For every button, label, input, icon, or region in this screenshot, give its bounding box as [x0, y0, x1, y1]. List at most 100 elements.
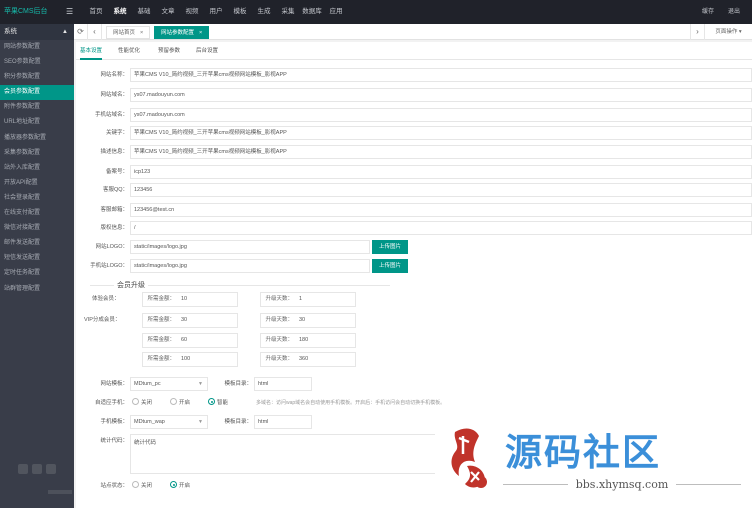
blurred-region: [18, 464, 56, 474]
site-status-on[interactable]: 开启: [170, 481, 190, 491]
tab-admin-settings[interactable]: 后台设置: [196, 42, 218, 60]
sidebar-item-collect-config[interactable]: 采集参数配置: [0, 146, 74, 161]
vip-days-field-1[interactable]: 升级天数： 30: [260, 313, 356, 328]
sidebar-group-system[interactable]: 系统 ▲: [0, 24, 74, 40]
chevron-up-icon: ▲: [62, 29, 68, 35]
pc-template-select[interactable]: MDtum_pc ▼: [130, 377, 208, 391]
trial-amount-field[interactable]: 所需金额： 10: [142, 292, 238, 307]
logout-link[interactable]: 退出: [728, 0, 740, 24]
sidebar-item-cron-config[interactable]: 定时任务配置: [0, 266, 74, 281]
icp-label: 备案号：: [105, 169, 128, 175]
sidebar-item-site-config[interactable]: 网站参数配置: [0, 40, 74, 55]
close-icon[interactable]: ×: [199, 30, 202, 36]
tab-reserved-params[interactable]: 预留参数: [158, 42, 180, 60]
sidebar-item-url-config[interactable]: URL地址配置: [0, 115, 74, 130]
mobile-url-label: 手机站域名：: [94, 112, 128, 118]
qq-input[interactable]: 123456: [130, 183, 752, 197]
sidebar-item-import-config[interactable]: 站外入库配置: [0, 161, 74, 176]
close-icon[interactable]: ×: [140, 30, 143, 36]
watermark: 源码社区 bbs.xhymsq.com: [435, 420, 752, 508]
app-logo[interactable]: 苹果CMS后台: [0, 0, 74, 24]
top-nav-video[interactable]: 视频: [180, 0, 204, 24]
pc-template-dir-label: 模板目录：: [224, 381, 252, 387]
mobile-logo-label: 手机站LOGO：: [90, 263, 128, 269]
mobile-template-select[interactable]: MDtum_wap ▼: [130, 415, 208, 429]
top-nav-database[interactable]: 数据库: [300, 0, 324, 24]
vip-amount-field-1[interactable]: 所需金额： 30: [142, 313, 238, 328]
site-name-input[interactable]: 苹果CMS V10_简约视频_三开苹果cms视频网站模板_影视APP: [130, 68, 752, 82]
icp-input[interactable]: icp123: [130, 165, 752, 179]
blurred-bar: [48, 490, 72, 494]
qq-label: 客服QQ：: [102, 187, 128, 193]
top-nav-home[interactable]: 首页: [84, 0, 108, 24]
trial-days-field[interactable]: 升级天数： 1: [260, 292, 356, 307]
top-nav-collect[interactable]: 采集: [276, 0, 300, 24]
sidebar-item-social-login[interactable]: 社会登录配置: [0, 191, 74, 206]
description-label: 描述信息：: [100, 149, 128, 155]
adaptive-option-on[interactable]: 开启: [170, 398, 190, 408]
sidebar-item-attachment-config[interactable]: 附件参数配置: [0, 100, 74, 115]
refresh-icon[interactable]: ⟳: [74, 24, 88, 40]
sidebar-item-payment-config[interactable]: 在线支付配置: [0, 206, 74, 221]
sidebar-item-sites-config[interactable]: 站群管理配置: [0, 282, 74, 297]
sidebar-item-sms-config[interactable]: 短信发送配置: [0, 251, 74, 266]
mobile-logo-input[interactable]: static/images/logo.jpg: [130, 259, 370, 273]
sidebar-item-api-config[interactable]: 开放API配置: [0, 176, 74, 191]
adaptive-mobile-label: 自适应手机：: [94, 400, 128, 406]
settings-tabs: 基本设置 性能优化 预留参数 后台设置: [76, 42, 752, 60]
pc-logo-upload-button[interactable]: 上传图片: [372, 240, 408, 254]
menu-toggle-icon[interactable]: ☰: [66, 8, 73, 16]
member-upgrade-fieldset: 会员升级 体验会员： 所需金额： 10 升级天数： 1 VIP分成会员： 所需金额：…: [84, 280, 390, 369]
vip-days-field-3[interactable]: 升级天数： 360: [260, 352, 356, 367]
top-nav-apps[interactable]: 应用: [324, 0, 348, 24]
stats-code-label: 统计代码：: [100, 438, 128, 444]
site-url-label: 网站域名：: [100, 92, 128, 98]
top-nav-basic[interactable]: 基础: [132, 0, 156, 24]
page-tab-bar: ⟳ ‹ 网站首页 × 网站参数配置 × › 页面操作 ▾: [74, 24, 752, 40]
mobile-url-input[interactable]: ys07.madouyun.com: [130, 108, 752, 122]
mobile-template-dir-input[interactable]: html: [254, 415, 312, 429]
top-nav-template[interactable]: 模板: [228, 0, 252, 24]
sidebar-item-player-config[interactable]: 播放器参数配置: [0, 131, 74, 146]
chevron-right-icon[interactable]: ›: [690, 24, 704, 40]
keywords-input[interactable]: 苹果CMS V10_简约视频_三开苹果cms视频网站模板_影视APP: [130, 126, 752, 140]
watermark-title: 源码社区: [505, 431, 661, 474]
email-label: 客服邮箱：: [100, 207, 128, 213]
site-url-input[interactable]: ys07.madouyun.com: [130, 88, 752, 102]
vip-days-field-2[interactable]: 升级天数： 180: [260, 333, 356, 348]
chevron-left-icon[interactable]: ‹: [88, 24, 102, 40]
sidebar-item-member-config[interactable]: 会员参数配置: [0, 85, 74, 101]
watermark-url: bbs.xhymsq.com: [503, 476, 741, 492]
site-status-off[interactable]: 关闭: [132, 481, 152, 491]
adaptive-option-smart[interactable]: 智能: [208, 398, 228, 408]
watermark-seal-logo: [451, 428, 487, 488]
pc-template-dir-input[interactable]: html: [254, 377, 312, 391]
top-nav-user[interactable]: 用户: [204, 0, 228, 24]
sidebar-item-seo-config[interactable]: SEO参数配置: [0, 55, 74, 70]
copyright-input[interactable]: /: [130, 221, 752, 235]
adaptive-option-off[interactable]: 关闭: [132, 398, 152, 408]
tab-site-config[interactable]: 网站参数配置 ×: [154, 26, 210, 39]
tab-home[interactable]: 网站首页 ×: [106, 26, 151, 39]
site-status-label: 站点状态：: [100, 483, 128, 489]
mobile-logo-upload-button[interactable]: 上传图片: [372, 259, 408, 273]
vip-amount-field-3[interactable]: 所需金额： 100: [142, 352, 238, 367]
sidebar-item-points-config[interactable]: 积分参数配置: [0, 70, 74, 85]
mobile-template-dir-label: 模板目录：: [224, 419, 252, 425]
tab-performance[interactable]: 性能优化: [118, 42, 140, 60]
top-nav-article[interactable]: 文章: [156, 0, 180, 24]
vip-amount-field-2[interactable]: 所需金额： 60: [142, 333, 238, 348]
sidebar: 系统 ▲ 网站参数配置 SEO参数配置 积分参数配置 会员参数配置 附件参数配置…: [0, 24, 74, 508]
sidebar-item-wechat-config[interactable]: 微信对接配置: [0, 221, 74, 236]
pc-logo-input[interactable]: static/images/logo.jpg: [130, 240, 370, 254]
page-actions-dropdown[interactable]: 页面操作 ▾: [704, 24, 752, 40]
copyright-label: 版权信息：: [100, 225, 128, 231]
top-nav-system[interactable]: 系统: [108, 0, 132, 24]
sidebar-item-email-config[interactable]: 邮件发送配置: [0, 236, 74, 251]
email-input[interactable]: 123456@test.cn: [130, 203, 752, 217]
top-nav-generate[interactable]: 生成: [252, 0, 276, 24]
clear-cache-link[interactable]: 缓存: [702, 0, 714, 24]
tab-basic-settings[interactable]: 基本设置: [80, 42, 103, 60]
top-nav: 首页 系统 基础 文章 视频 用户 模板 生成 采集 数据库 应用: [84, 0, 348, 24]
description-input[interactable]: 苹果CMS V10_简约视频_三开苹果cms视频网站模板_影视APP: [130, 145, 752, 159]
